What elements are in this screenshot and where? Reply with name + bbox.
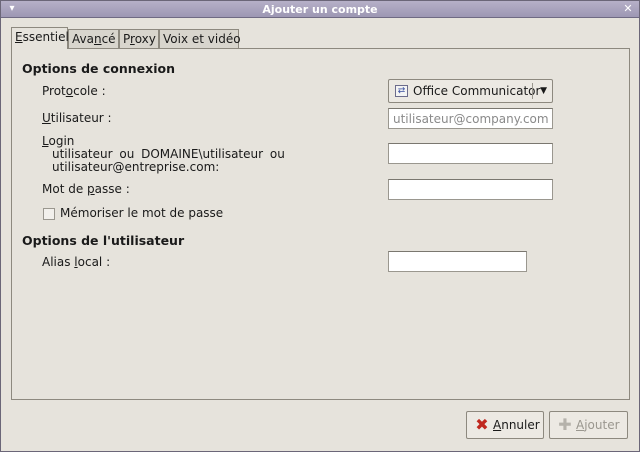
login-label: Login bbox=[42, 134, 74, 148]
essentiel-panel: Options de connexion Protocole : ⇄ Offic… bbox=[11, 48, 630, 400]
alias-input[interactable] bbox=[388, 251, 527, 272]
user-label-mnemonic: U bbox=[42, 111, 51, 125]
add-icon: ✚ bbox=[558, 415, 572, 434]
tab-avance[interactable]: Avancé bbox=[68, 29, 119, 48]
password-label-mnemonic: p bbox=[87, 182, 95, 196]
user-label: Utilisateur : bbox=[42, 111, 112, 125]
alias-label-a: Alias bbox=[42, 255, 75, 269]
tab-proxy-label-b: oxy bbox=[134, 32, 156, 46]
tab-essentiel-mnemonic: E bbox=[15, 30, 23, 44]
password-label-a: Mot de bbox=[42, 182, 88, 196]
remember-password-checkbox[interactable] bbox=[43, 208, 55, 220]
cancel-icon: ✖ bbox=[475, 415, 489, 434]
remember-label-accent: é bbox=[70, 206, 78, 220]
add-account-dialog: ▾ Ajouter un compte ✕ Essentiel Avancé P… bbox=[0, 0, 640, 452]
protocol-label-b: cole : bbox=[73, 84, 106, 98]
alias-label-b: ocal : bbox=[77, 255, 111, 269]
tab-proxy-label-a: P bbox=[123, 32, 131, 46]
alias-label: Alias local : bbox=[42, 255, 110, 269]
login-label-text: ogin bbox=[48, 134, 75, 148]
remember-password-label[interactable]: Mémoriser le mot de passe bbox=[60, 206, 223, 220]
login-hint-line2: utilisateur@entreprise.com: bbox=[52, 160, 220, 174]
add-button[interactable]: ✚ Ajouter bbox=[549, 411, 628, 439]
window-menu-icon[interactable]: ▾ bbox=[5, 2, 19, 16]
protocol-label: Protocole : bbox=[42, 84, 106, 98]
cancel-label: nnuler bbox=[501, 418, 540, 432]
chevron-down-icon: ▼ bbox=[540, 86, 547, 96]
cancel-mnemonic: A bbox=[493, 418, 502, 432]
protocol-select[interactable]: ⇄ Office Communicator ▼ bbox=[388, 79, 553, 103]
office-communicator-icon: ⇄ bbox=[395, 85, 408, 97]
remember-label-a: M bbox=[60, 206, 71, 220]
close-icon[interactable]: ✕ bbox=[621, 2, 635, 16]
combo-separator bbox=[532, 83, 533, 99]
tab-proxy[interactable]: Proxy bbox=[119, 29, 159, 48]
password-input[interactable] bbox=[388, 179, 553, 200]
tab-avance-mnemonic: n bbox=[93, 32, 102, 46]
user-options-section-title: Options de l'utilisateur bbox=[22, 233, 185, 248]
add-label: jouter bbox=[584, 418, 620, 432]
password-label: Mot de passe : bbox=[42, 182, 130, 196]
connection-section-title: Options de connexion bbox=[22, 61, 175, 76]
tab-essentiel[interactable]: Essentiel bbox=[11, 27, 69, 49]
login-hint-line1: utilisateur ou DOMAINE\utilisateur ou bbox=[52, 147, 285, 161]
title-bar: ▾ Ajouter un compte ✕ bbox=[1, 1, 639, 18]
tab-avance-label-a: Ava bbox=[72, 32, 94, 46]
protocol-label-mnemonic: o bbox=[65, 84, 74, 98]
password-label-b: asse : bbox=[94, 182, 130, 196]
tab-avance-label-b: cé bbox=[101, 32, 116, 46]
protocol-selected-value: Office Communicator bbox=[413, 84, 541, 98]
add-mnemonic: A bbox=[576, 418, 585, 432]
tab-essentiel-label: ssentiel bbox=[22, 30, 69, 44]
user-label-text: tilisateur : bbox=[50, 111, 112, 125]
window-title: Ajouter un compte bbox=[262, 3, 378, 16]
tab-voix-et-video[interactable]: Voix et vidéo bbox=[159, 29, 241, 48]
cancel-button[interactable]: ✖ Annuler bbox=[466, 411, 544, 439]
tab-voix-label: Voix et vidéo bbox=[163, 32, 241, 46]
remember-label-b: moriser le mot de passe bbox=[77, 206, 224, 220]
login-input[interactable] bbox=[388, 143, 553, 164]
user-input[interactable] bbox=[388, 108, 553, 129]
protocol-label-a: Prot bbox=[42, 84, 66, 98]
